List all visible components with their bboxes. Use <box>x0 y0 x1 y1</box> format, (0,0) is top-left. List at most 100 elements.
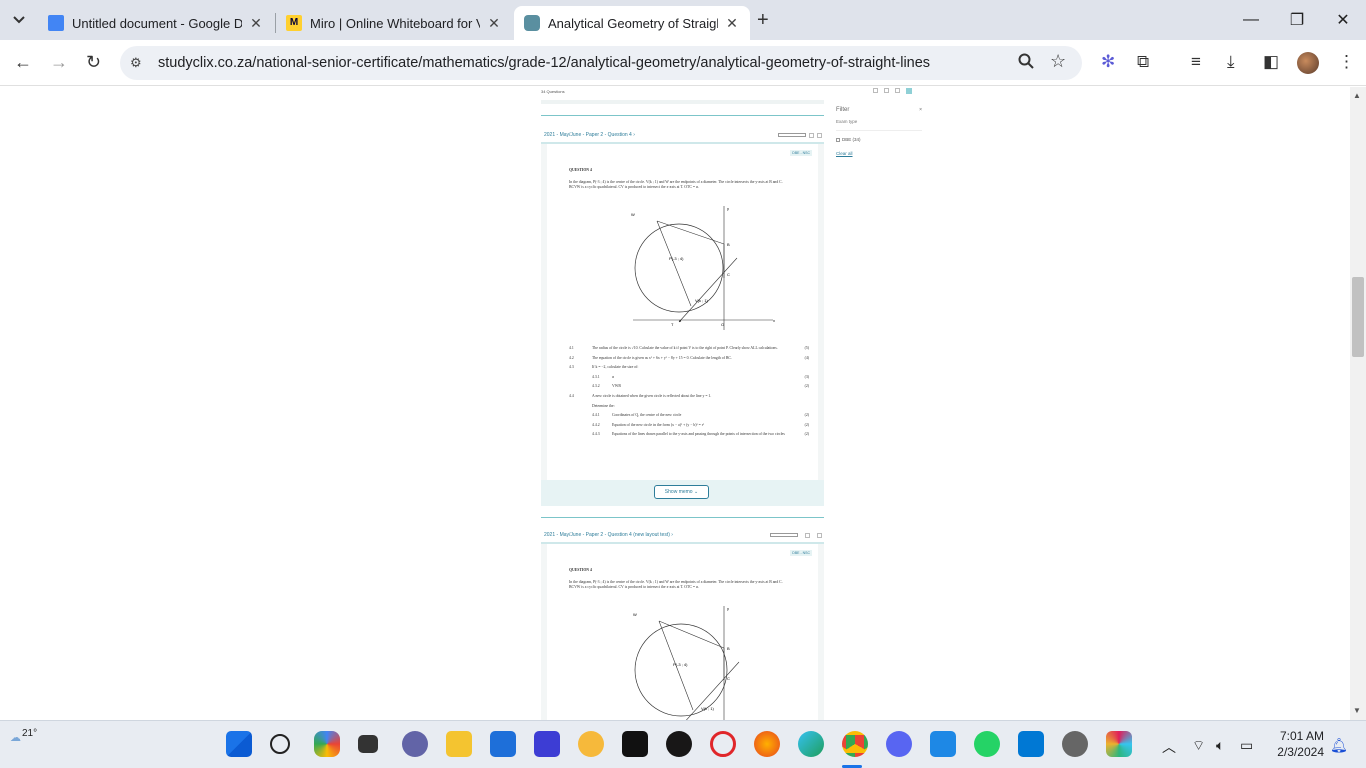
browser-toolbar: ← → ↻ ⚙ studyclix.co.za/national-senior-… <box>0 40 1366 86</box>
label-c: C <box>727 272 730 277</box>
restore-button[interactable]: ❐ <box>1274 0 1320 40</box>
search-icon[interactable] <box>270 734 290 754</box>
tab-google-docs[interactable]: Untitled document - Google Do ✕ <box>38 6 274 40</box>
weather-icon: ☁ <box>10 732 21 744</box>
extension-icon[interactable]: ✻ <box>1101 52 1115 72</box>
tab-search-button[interactable] <box>6 7 32 33</box>
dbe-checkbox[interactable]: DBE (34) <box>836 137 922 142</box>
label-v: V(k ; 1) <box>701 706 715 711</box>
close-icon[interactable]: × <box>919 107 922 113</box>
figma-icon[interactable] <box>622 731 648 757</box>
chrome-icon[interactable] <box>842 731 868 757</box>
scroll-down-arrow[interactable]: ▼ <box>1353 706 1361 715</box>
teams-icon[interactable] <box>402 731 428 757</box>
grid-icon[interactable] <box>873 88 878 93</box>
bookmark-icon[interactable] <box>805 532 810 538</box>
close-icon[interactable]: ✕ <box>724 15 740 32</box>
new-tab-button[interactable]: + <box>757 9 769 32</box>
exam-type-label: Exam type <box>836 119 858 124</box>
address-bar[interactable]: ⚙ studyclix.co.za/national-senior-certif… <box>120 46 1082 80</box>
discord-icon[interactable] <box>886 731 912 757</box>
settings-gear-icon[interactable] <box>1062 731 1088 757</box>
question-intro: In the diagram, P(-3 ; 4) is the centre … <box>569 180 783 189</box>
label-p: P(-3 ; 4) <box>673 662 688 667</box>
tab-strip: Untitled document - Google Do ✕ M Miro |… <box>0 0 1366 40</box>
add-to-button[interactable] <box>770 533 798 537</box>
label-c: C <box>727 676 730 681</box>
question-page: DBE - NSC QUESTION 4 In the diagram, P(-… <box>541 142 824 480</box>
label-t: T <box>671 322 674 327</box>
battery-icon[interactable]: ▭ <box>1240 737 1253 754</box>
extensions-puzzle-icon[interactable]: ⧉ <box>1137 52 1149 72</box>
microsoft-store-icon[interactable] <box>490 731 516 757</box>
show-memo-button[interactable]: Show memo ⌄ <box>654 485 709 499</box>
back-button[interactable]: ← <box>14 52 32 73</box>
minimize-button[interactable]: — <box>1228 0 1274 40</box>
scrollbar-thumb[interactable] <box>1352 277 1364 357</box>
close-icon[interactable]: ✕ <box>486 15 502 32</box>
close-icon[interactable]: ✕ <box>248 15 264 32</box>
print-icon[interactable] <box>817 132 822 138</box>
circle-diagram: W B C P(-3 ; 4) V(k ; 1) α T O y x <box>631 206 775 330</box>
tab-studyclix[interactable]: Analytical Geometry of Straight ✕ <box>514 6 750 40</box>
forward-button[interactable]: → <box>50 52 68 73</box>
reload-button[interactable]: ↻ <box>86 52 101 73</box>
source-tag: DBE - NSC <box>790 150 812 156</box>
slack-icon[interactable] <box>1106 731 1132 757</box>
filter-panel: Filter × Exam type DBE (34) Clear all <box>836 107 922 156</box>
app-icon[interactable] <box>534 731 560 757</box>
question-heading: QUESTION 4 <box>569 568 592 572</box>
question-sheet: DBE - NSC QUESTION 4 In the diagram, P(-… <box>547 544 818 720</box>
copilot-icon[interactable] <box>314 731 340 757</box>
filter-icon[interactable] <box>906 88 912 94</box>
app-icon[interactable] <box>578 731 604 757</box>
side-panel-icon[interactable]: ◧ <box>1263 52 1279 72</box>
photos-icon[interactable] <box>930 731 956 757</box>
memo-bar: Show memo ⌄ <box>541 480 824 506</box>
close-window-button[interactable]: ✕ <box>1320 0 1366 40</box>
clock[interactable]: 7:01 AM 2/3/2024 <box>1270 729 1324 759</box>
edge-icon[interactable] <box>798 731 824 757</box>
vscode-icon[interactable] <box>1018 731 1044 757</box>
print-icon[interactable] <box>817 532 822 538</box>
chevron-up-icon[interactable]: ︿ <box>1162 737 1176 757</box>
question-sheet: DBE - NSC QUESTION 4 In the diagram, P(-… <box>547 144 818 480</box>
github-icon[interactable] <box>666 731 692 757</box>
menu-dots-icon[interactable]: ⋮ <box>1338 52 1355 72</box>
chevron-down-icon <box>13 16 25 24</box>
questions-count: 34 Questions <box>541 89 565 94</box>
bookmark-icon[interactable] <box>884 88 889 93</box>
notification-bell-icon[interactable]: 🔔︎ <box>1330 737 1348 754</box>
opera-icon[interactable] <box>710 731 736 757</box>
firefox-icon[interactable] <box>754 731 780 757</box>
task-view-icon[interactable] <box>358 735 378 753</box>
start-icon[interactable] <box>226 731 252 757</box>
clear-all-link[interactable]: Clear all <box>836 151 922 156</box>
label-b: B <box>727 646 730 651</box>
add-to-button[interactable] <box>778 133 806 137</box>
wifi-icon[interactable]: ⌔ <box>1192 737 1205 755</box>
weather-widget[interactable]: ☁ 21° <box>10 728 37 744</box>
question-breadcrumb[interactable]: 2021 - May/June - Paper 2 - Question 4 › <box>541 130 824 140</box>
avatar[interactable] <box>1297 52 1319 74</box>
zoom-icon[interactable] <box>1018 53 1034 73</box>
media-controls-icon[interactable]: ≡ <box>1191 52 1201 72</box>
label-v: V(k ; 1) <box>695 298 709 303</box>
download-icon[interactable]: ⤓ <box>1227 52 1235 72</box>
bookmark-star-icon[interactable]: ☆ <box>1050 51 1066 72</box>
sub-questions: 4.1 The radius of the circle is √10. Calc… <box>569 346 809 437</box>
print-icon[interactable] <box>895 88 900 93</box>
volume-icon[interactable]: 🔈︎ <box>1216 737 1224 754</box>
source-tag: DBE - NSC <box>790 550 812 556</box>
label-b: B <box>727 242 730 247</box>
question-breadcrumb[interactable]: 2021 - May/June - Paper 2 - Question 4 (… <box>541 530 824 540</box>
file-explorer-icon[interactable] <box>446 731 472 757</box>
windows-taskbar: ☁ 21° ︿ ⌔ 🔈︎ ▭ 7:01 AM 2/3/2024 🔔︎ <box>0 720 1366 768</box>
whatsapp-icon[interactable] <box>974 731 1000 757</box>
site-info-icon[interactable]: ⚙ <box>130 55 148 71</box>
bookmark-icon[interactable] <box>809 132 814 138</box>
studyclix-icon <box>524 15 540 31</box>
scroll-up-arrow[interactable]: ▲ <box>1353 91 1361 100</box>
tab-miro[interactable]: M Miro | Online Whiteboard for V ✕ <box>276 6 512 40</box>
page-scrollbar[interactable]: ▲ ▼ <box>1350 87 1366 720</box>
